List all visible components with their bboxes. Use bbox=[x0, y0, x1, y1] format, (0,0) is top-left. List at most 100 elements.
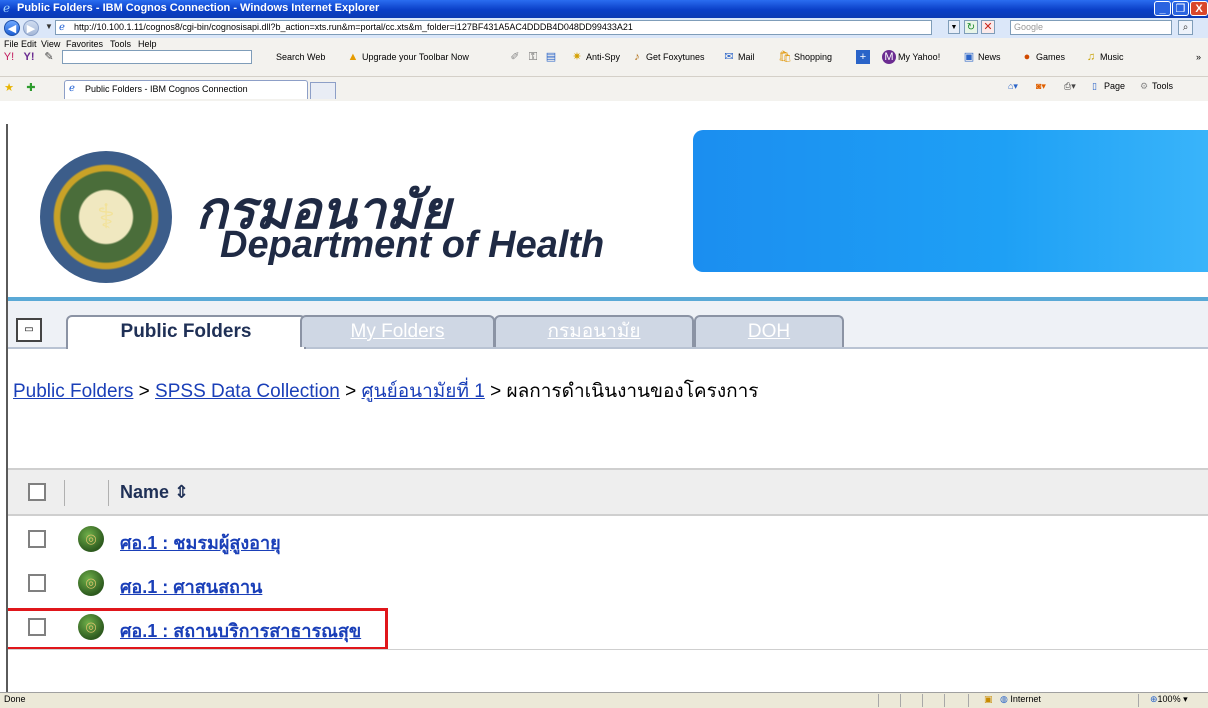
key-icon[interactable]: ⚿ bbox=[526, 50, 540, 64]
yahoo-logo-icon[interactable]: Y! bbox=[2, 50, 16, 64]
page-menu-button[interactable]: Page bbox=[1104, 81, 1125, 91]
music-button[interactable]: Music bbox=[1100, 49, 1124, 66]
home-icon[interactable]: ⌂▾ bbox=[1008, 81, 1018, 92]
maximize-button[interactable]: ❐ bbox=[1172, 1, 1189, 16]
page-icon: ℯ bbox=[59, 22, 65, 33]
pencil-icon[interactable]: ✎ bbox=[42, 50, 56, 64]
back-button[interactable]: ◀ bbox=[4, 20, 20, 36]
my-yahoo-button[interactable]: My Yahoo! bbox=[898, 49, 940, 66]
address-text[interactable]: http://10.100.1.11/cognos8/cgi-bin/cogno… bbox=[74, 22, 633, 32]
my-yahoo-icon: M bbox=[882, 50, 896, 64]
tab-public-folders[interactable]: Public Folders bbox=[66, 315, 306, 349]
status-divider bbox=[922, 694, 923, 707]
highlight-annotation-box bbox=[0, 608, 388, 650]
shopping-icon: 🛍 bbox=[778, 51, 792, 63]
list-header: Name ⇕ bbox=[8, 468, 1208, 516]
left-frame-border bbox=[0, 124, 8, 692]
plus-icon[interactable]: + bbox=[856, 50, 870, 64]
search-input[interactable]: Google bbox=[1010, 20, 1172, 35]
menu-favorites[interactable]: Favorites bbox=[66, 39, 103, 49]
security-zone-label: Internet bbox=[1010, 694, 1041, 704]
pencil-icon[interactable]: ✐ bbox=[508, 50, 522, 64]
security-zone[interactable]: ◍ Internet bbox=[1000, 694, 1041, 705]
more-chevron-icon[interactable]: » bbox=[1196, 49, 1201, 66]
header-banner bbox=[693, 130, 1208, 272]
tab-doh[interactable]: DOH bbox=[694, 315, 844, 347]
breadcrumb-health-center-1[interactable]: ศูนย์อนามัยที่ 1 bbox=[362, 381, 485, 402]
breadcrumb-spss-data-collection[interactable]: SPSS Data Collection bbox=[155, 381, 340, 402]
status-divider bbox=[968, 694, 969, 707]
history-dropdown-icon[interactable]: ▼ bbox=[45, 22, 53, 31]
page-content: ⚕ กรมอนามัย Department of Health ▭ Publi… bbox=[0, 124, 1208, 692]
form-icon[interactable]: ▤ bbox=[544, 50, 558, 64]
music-icon: ♫ bbox=[1086, 51, 1096, 63]
report-link[interactable]: ศอ.1 : ชมรมผู้สูงอายุ bbox=[120, 528, 281, 557]
news-button[interactable]: News bbox=[978, 49, 1001, 66]
close-button[interactable]: X bbox=[1190, 1, 1208, 16]
shopping-button[interactable]: Shopping bbox=[794, 49, 832, 66]
new-tab-button[interactable] bbox=[310, 82, 336, 99]
games-button[interactable]: Games bbox=[1036, 49, 1065, 66]
stop-button[interactable]: ✕ bbox=[981, 20, 995, 34]
tab-page-icon: ℯ bbox=[69, 83, 75, 94]
yahoo-search-input[interactable] bbox=[62, 50, 252, 64]
forward-button[interactable]: ▶ bbox=[23, 20, 39, 36]
address-dropdown-button[interactable]: ▼ bbox=[948, 20, 960, 34]
browser-tab-label: Public Folders - IBM Cognos Connection bbox=[85, 84, 248, 94]
print-icon[interactable]: ⎙▾ bbox=[1064, 81, 1076, 92]
address-bar[interactable]: ℯ http://10.100.1.11/cognos8/cgi-bin/cog… bbox=[55, 20, 932, 35]
page-menu-icon: ▯ bbox=[1092, 81, 1097, 91]
menu-edit[interactable]: Edit bbox=[21, 39, 37, 49]
protected-mode-icon[interactable]: ▣ bbox=[984, 694, 993, 705]
menu-tools[interactable]: Tools bbox=[110, 39, 131, 49]
mail-button[interactable]: Mail bbox=[738, 49, 755, 66]
column-divider bbox=[64, 480, 65, 506]
feeds-icon[interactable]: ◙▾ bbox=[1036, 81, 1046, 92]
menu-help[interactable]: Help bbox=[138, 39, 157, 49]
search-placeholder: Google bbox=[1014, 22, 1044, 32]
row-checkbox[interactable] bbox=[28, 574, 46, 592]
menu-toolbar-area: File Edit View Favorites Tools Help Y! Y… bbox=[0, 38, 1208, 76]
row-checkbox[interactable] bbox=[28, 530, 46, 548]
select-all-checkbox[interactable] bbox=[28, 483, 46, 501]
mail-icon: ✉ bbox=[724, 51, 734, 63]
menu-view[interactable]: View bbox=[41, 39, 60, 49]
browser-tab[interactable]: ℯ Public Folders - IBM Cognos Connection bbox=[64, 80, 308, 99]
status-divider bbox=[900, 694, 901, 707]
breadcrumb-public-folders[interactable]: Public Folders bbox=[13, 381, 133, 402]
favorites-star-icon[interactable]: ★ bbox=[2, 81, 16, 95]
upgrade-toolbar-button[interactable]: Upgrade your Toolbar Now bbox=[362, 49, 469, 66]
tab-my-folders[interactable]: My Folders bbox=[300, 315, 495, 347]
status-bar: Done ▣ ◍ Internet ⊕100% ▾ bbox=[0, 692, 1208, 708]
minimize-button[interactable]: _ bbox=[1154, 1, 1171, 16]
warning-icon: ▲ bbox=[347, 51, 359, 63]
globe-icon: ◍ bbox=[1000, 694, 1011, 704]
search-button[interactable]: ⌕ bbox=[1178, 20, 1193, 35]
caduceus-icon: ⚕ bbox=[96, 198, 116, 236]
cognos-portal-icon[interactable]: ▭ bbox=[16, 318, 42, 342]
add-favorites-icon[interactable]: ✚ bbox=[24, 81, 38, 95]
status-divider bbox=[878, 694, 879, 707]
tools-menu-button[interactable]: Tools bbox=[1152, 81, 1173, 91]
name-column-header[interactable]: Name ⇕ bbox=[120, 482, 189, 503]
zoom-level[interactable]: ⊕100% ▾ bbox=[1150, 694, 1188, 705]
report-package-icon: ◎ bbox=[78, 570, 104, 596]
tab-bar: ★ ✚ ℯ Public Folders - IBM Cognos Connec… bbox=[0, 76, 1208, 101]
antispy-button[interactable]: Anti-Spy bbox=[586, 49, 620, 66]
list-item: ◎ ศอ.1 : ศาสนสถาน bbox=[8, 564, 1208, 608]
refresh-button[interactable]: ↻ bbox=[964, 20, 978, 34]
search-web-button[interactable]: Search Web bbox=[276, 49, 325, 66]
column-divider bbox=[108, 480, 109, 506]
breadcrumb-separator: > bbox=[133, 381, 156, 402]
status-divider bbox=[944, 694, 945, 707]
breadcrumb-separator: > bbox=[339, 381, 362, 402]
news-icon: ▣ bbox=[963, 51, 975, 63]
report-link[interactable]: ศอ.1 : ศาสนสถาน bbox=[120, 572, 262, 601]
games-icon: ● bbox=[1023, 51, 1031, 63]
foxytunes-button[interactable]: Get Foxytunes bbox=[646, 49, 705, 66]
yahoo-button-icon[interactable]: Y! bbox=[22, 50, 36, 64]
ie-logo-icon: ℯ bbox=[3, 1, 11, 15]
tab-department-of-health-thai[interactable]: กรมอนามัย bbox=[494, 315, 694, 347]
breadcrumb-current: ผลการดำเนินงานของโครงการ bbox=[506, 381, 759, 402]
menu-file[interactable]: File bbox=[4, 39, 19, 49]
